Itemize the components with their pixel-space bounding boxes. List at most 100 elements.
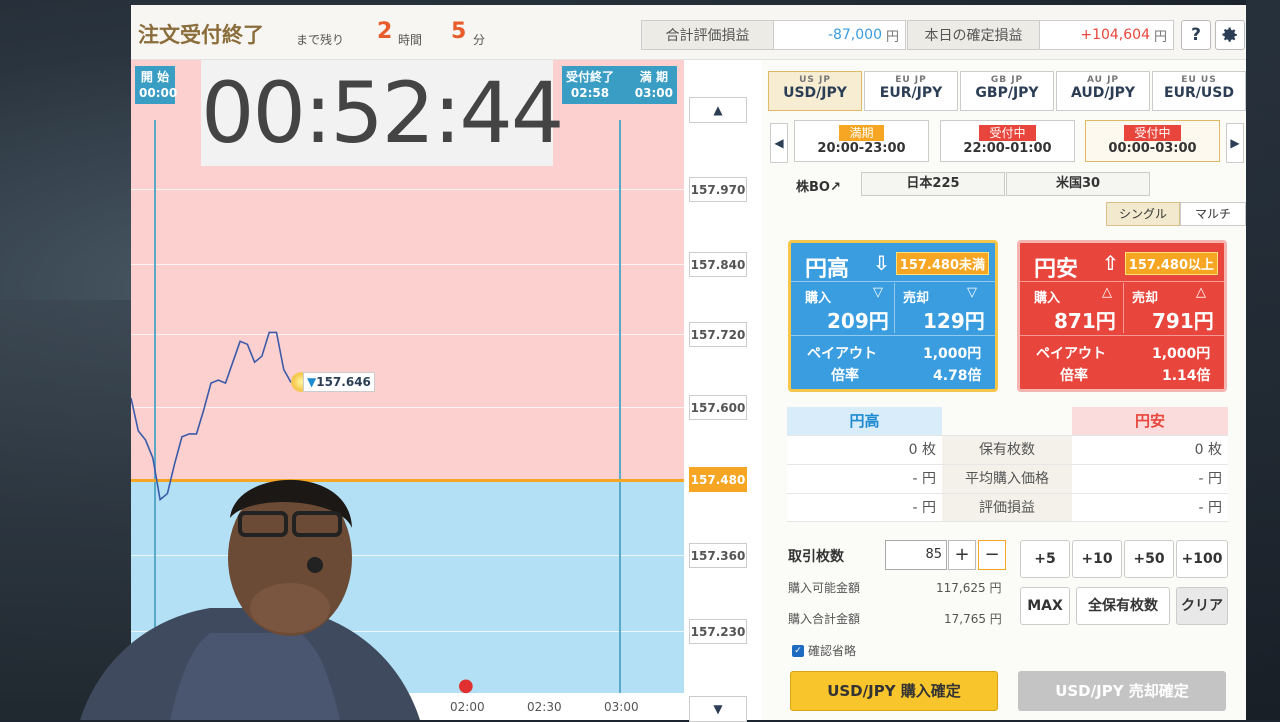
buy-label: 購入 [805,291,832,306]
axis-scroll-up[interactable]: ▲ [689,97,747,123]
end-flag: 受付終了 02:58 満 期 03:00 [562,66,677,104]
qty-label: 取引枚数 [788,549,844,565]
end-label: 受付終了 [566,70,615,84]
remain-minutes: 5 [451,19,467,44]
yen-up-card[interactable]: 円高 ⇩ 157.480未満 購入 ▽ 209円 売却 ▽ 129円 ペイアウト… [788,240,998,392]
total-pl-label: 合計評価損益 [642,21,774,49]
tab-label: AUD/JPY [1070,85,1136,101]
session-next-button[interactable]: ▶ [1226,123,1244,163]
stock-nikkei-button[interactable]: 日本225 [861,172,1005,196]
payout-value: 1,000円 [1152,346,1211,362]
yen-down-sell-price[interactable]: 791円 [1152,305,1214,334]
y-tick: 157.360 [689,543,747,568]
y-tick: 157.720 [689,322,747,347]
session-item[interactable]: 満期 20:00-23:00 [794,120,929,162]
positions-down-avg: - 円 [1072,464,1228,493]
x-tick: 03:00 [604,700,639,714]
y-tick: 157.600 [689,395,747,420]
session-time: 20:00-23:00 [817,141,906,156]
total-pl-value: -87,000 [827,27,882,43]
x-tick: 02:30 [527,700,562,714]
start-time: 00:00 [139,86,178,100]
add-5-button[interactable]: +5 [1020,540,1070,578]
start-label: 開 始 [140,70,170,84]
session-prev-button[interactable]: ◀ [770,123,788,163]
total-value: 17,765 円 [944,612,1002,626]
triangle-down-icon: ▽ [967,285,977,300]
y-tick: 157.840 [689,252,747,277]
order-status-title: 注文受付終了 [138,23,264,47]
yen-up-title: 円高 [805,257,850,282]
session-item-active[interactable]: 受付中 00:00-03:00 [1085,120,1220,162]
sell-label: 売却 [1132,291,1159,306]
today-pl-unit: 円 [1153,29,1167,45]
yen-down-card[interactable]: 円安 ⇧ 157.480以上 購入 △ 871円 売却 △ 791円 ペイアウト… [1017,240,1227,392]
tab-eurusd[interactable]: EU US EUR/USD [1152,71,1246,111]
total-pl-box: 合計評価損益 -87,000 円 [641,20,906,50]
qty-plus-button[interactable]: + [948,540,976,570]
order-panel: US JP USD/JPY EU JP EUR/JPY GB JP GBP/JPY A… [762,60,1246,720]
tab-usdjpy[interactable]: US JP USD/JPY [768,71,862,111]
divider [1123,283,1124,333]
qty-minus-button[interactable]: − [978,540,1006,570]
total-pl-unit: 円 [885,29,899,45]
divider [791,281,995,282]
today-pl-box: 本日の確定損益 +104,604 円 [907,20,1174,50]
webcam-overlay [80,479,420,720]
settings-button[interactable] [1215,20,1245,50]
minutes-unit: 分 [473,33,486,47]
max-button[interactable]: MAX [1020,587,1070,625]
help-button[interactable]: ? [1181,20,1211,50]
payout-value: 1,000円 [923,346,982,362]
session-time: 22:00-01:00 [963,141,1052,156]
avail-label: 購入可能金額 [788,581,861,595]
positions-row-label: 評価損益 [942,493,1072,522]
divider [1020,335,1224,336]
mode-multi-button[interactable]: マルチ [1180,202,1246,226]
add-10-button[interactable]: +10 [1072,540,1122,578]
sell-confirm-button[interactable]: USD/JPY 売却確定 [1018,671,1226,711]
confirm-skip-label: 確認省略 [808,644,857,658]
add-50-button[interactable]: +50 [1124,540,1174,578]
today-pl-label: 本日の確定損益 [908,21,1040,49]
yen-down-condition: 157.480以上 [1124,252,1218,275]
session-item[interactable]: 受付中 22:00-01:00 [940,120,1075,162]
session-status: 受付中 [1124,125,1181,141]
positions-up-count: 0 枚 [787,435,942,464]
payout-label: ペイアウト [807,346,877,362]
rate-value: 4.78倍 [933,368,982,384]
buy-label: 購入 [1034,291,1061,306]
help-icon: ? [1191,25,1201,45]
positions-down-count: 0 枚 [1072,435,1228,464]
add-100-button[interactable]: +100 [1176,540,1228,578]
qty-input[interactable]: 85 [885,540,947,570]
flags-icon: EU JP [895,75,927,85]
stock-bo-link[interactable]: 株BO↗ [796,176,841,195]
yen-up-sell-price[interactable]: 129円 [923,305,985,334]
positions-row-label: 保有枚数 [942,435,1072,464]
background-debris-right [1246,0,1280,720]
tab-label: EUR/USD [1164,85,1234,101]
all-holdings-button[interactable]: 全保有枚数 [1076,587,1170,625]
current-price-value: 157.646 [316,375,371,389]
countdown-timer: 00:52:44 [201,60,564,166]
tab-eurjpy[interactable]: EU JP EUR/JPY [864,71,958,111]
stock-us-button[interactable]: 米国30 [1006,172,1150,196]
positions-down-header: 円安 [1072,407,1228,435]
sell-label: 売却 [903,291,930,306]
tab-audjpy[interactable]: AU JP AUD/JPY [1056,71,1150,111]
clear-button[interactable]: クリア [1176,587,1228,625]
yen-down-buy-price[interactable]: 871円 [1054,305,1116,334]
divider [1020,281,1224,282]
buy-confirm-button[interactable]: USD/JPY 購入確定 [790,671,998,711]
axis-scroll-down[interactable]: ▼ [689,696,747,722]
triangle-up-icon: △ [1102,285,1112,300]
yen-up-buy-price[interactable]: 209円 [827,305,889,334]
price-axis: ▲ 157.970 157.840 157.720 157.600 157.48… [684,60,762,722]
tab-label: USD/JPY [783,85,847,101]
rate-label: 倍率 [831,368,859,384]
mode-single-button[interactable]: シングル [1106,202,1180,226]
tab-gbpjpy[interactable]: GB JP GBP/JPY [960,71,1054,111]
confirm-skip-checkbox[interactable]: ✓ 確認省略 [792,642,856,659]
expiry-time: 03:00 [634,86,673,100]
